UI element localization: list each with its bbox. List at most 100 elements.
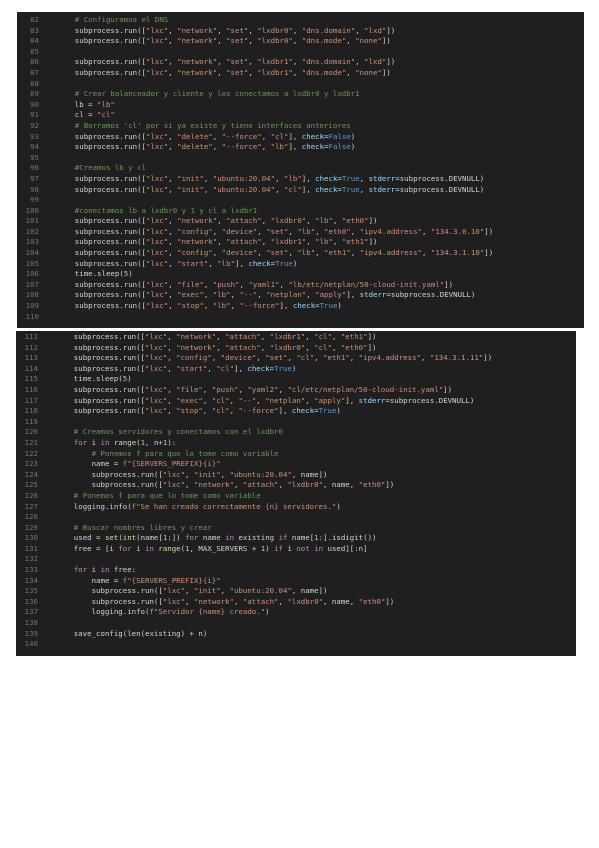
code-token: ,	[168, 25, 178, 35]
code-line: 92 # Borramos 'cl' por si ya existe y ti…	[17, 121, 584, 132]
code-token: "cl"	[216, 363, 235, 373]
line-number: 103	[25, 237, 39, 247]
code-token: ,	[248, 25, 258, 35]
code-token: "init"	[193, 586, 221, 596]
line-number: 110	[25, 311, 39, 321]
line-number: 121	[24, 437, 38, 447]
code-token: "--force"	[221, 131, 262, 141]
code-token: ,	[168, 57, 178, 67]
code-text: name = f"{SERVERS_PREFIX}{i}"	[38, 459, 221, 470]
code-token: "lxc"	[146, 142, 169, 152]
code-token: "dns.domain"	[301, 25, 356, 35]
code-token: "lxd"	[364, 57, 387, 67]
code-line: 108 subprocess.run(["lxc", "exec", "lb",…	[17, 290, 584, 301]
code-token: subprocess.run([	[57, 184, 146, 194]
code-token: ,	[212, 248, 222, 258]
line-number: 117	[24, 395, 38, 405]
code-token: "start"	[177, 258, 209, 268]
line-number: 130	[24, 533, 38, 543]
code-token: ,	[202, 384, 212, 394]
code-token: ,	[350, 226, 360, 236]
code-token: "exec"	[176, 395, 203, 405]
code-token: "cl"	[97, 110, 115, 120]
code-token: True	[274, 363, 292, 373]
code-editor-panel-bottom[interactable]: 111 subprocess.run(["lxc", "network", "a…	[16, 331, 576, 656]
code-token: "ubuntu:20.04"	[229, 469, 292, 479]
code-token: "lxc"	[146, 184, 169, 194]
code-token: ,	[306, 237, 316, 247]
code-token: "lxdbr1"	[270, 237, 307, 247]
code-text: subprocess.run(["lxc", "stop", "lb", "--…	[39, 301, 342, 312]
code-line: 112 subprocess.run(["lxc", "network", "a…	[16, 343, 576, 354]
code-token: subprocess.run([	[57, 290, 146, 300]
code-editor-panel-top[interactable]: 82 # Configuramos el DNS 83 subprocess.ru…	[17, 12, 584, 328]
line-number: 140	[24, 639, 38, 649]
code-token: "attach"	[225, 342, 261, 352]
code-text: subprocess.run(["lxc", "network", "set",…	[39, 36, 391, 47]
code-token: ,	[208, 258, 218, 268]
code-token: stderr	[368, 173, 396, 183]
code-token: "apply"	[314, 395, 346, 405]
line-number: 106	[25, 269, 39, 279]
code-token: "ipv4.address"	[359, 226, 422, 236]
line-number: 139	[24, 628, 38, 638]
code-token: ,	[305, 332, 315, 341]
code-token: "attach"	[242, 596, 279, 606]
line-number: 134	[24, 575, 38, 585]
code-line: 120 # Creamos servidores y conectamos co…	[16, 427, 576, 438]
code-token: ,	[203, 301, 213, 311]
code-token: True	[341, 173, 360, 183]
code-token: , name])	[291, 469, 328, 479]
line-number: 99	[30, 195, 39, 205]
code-token: free:	[109, 565, 137, 575]
code-token: "yaml1"	[248, 279, 280, 289]
code-token: i	[87, 437, 101, 447]
code-token: i	[131, 543, 146, 553]
code-token: ,	[168, 67, 178, 77]
code-token: "attach"	[226, 237, 262, 247]
code-line: 89 # Crear balanceador y cliente y los c…	[17, 89, 584, 100]
code-text: subprocess.run(["lxc", "exec", "lb", "--…	[39, 290, 476, 301]
code-token: "cl"	[211, 406, 230, 416]
code-token: subprocess.run([	[56, 395, 145, 405]
code-token: ,	[217, 67, 227, 77]
code-token: "eth1"	[341, 237, 369, 247]
code-token: "network"	[177, 57, 218, 67]
code-token: "eth0"	[358, 480, 386, 490]
code-line: 91 cl = "cl"	[17, 110, 584, 121]
code-token: "attach"	[226, 216, 262, 226]
code-token: "delete"	[177, 142, 213, 152]
line-number: 98	[30, 184, 39, 194]
code-token: set	[104, 533, 119, 543]
code-token: name =	[56, 459, 123, 469]
code-line: 113 subprocess.run(["lxc", "config", "de…	[16, 353, 576, 364]
code-token: "push"	[211, 384, 239, 394]
code-token: "lxc"	[162, 596, 186, 606]
code-line: 100 #conectamos lb a lxdbr0 y 1 y cl a l…	[17, 206, 584, 217]
code-token: name[	[287, 533, 315, 543]
line-number: 86	[30, 57, 39, 67]
code-token: "network"	[177, 25, 218, 35]
code-text: subprocess.run(["lxc", "config", "device…	[39, 227, 493, 238]
code-token: ):	[167, 437, 177, 447]
code-token: ,	[292, 57, 302, 67]
code-text: subprocess.run(["lxc", "init", "ubuntu:2…	[38, 586, 328, 597]
code-token: ,	[305, 342, 315, 352]
code-text: subprocess.run(["lxc", "network", "attac…	[38, 332, 377, 343]
code-token: ,	[359, 173, 369, 183]
code-token: "netplan"	[266, 290, 307, 300]
code-line: 87 subprocess.run(["lxc", "network", "se…	[17, 68, 584, 79]
code-token: not	[296, 543, 310, 553]
code-token: ,	[261, 142, 271, 152]
line-number: 100	[25, 205, 39, 215]
code-token: "ipv4.address"	[358, 353, 421, 363]
line-number: 89	[30, 89, 39, 99]
code-line: 106 time.sleep(5)	[17, 269, 584, 280]
code-text: # Borramos 'cl' por si ya existe y tiene…	[39, 121, 351, 132]
line-number: 138	[24, 618, 38, 628]
code-token: ,	[350, 248, 360, 258]
line-number: 87	[30, 67, 39, 77]
code-line: 140	[16, 639, 576, 650]
